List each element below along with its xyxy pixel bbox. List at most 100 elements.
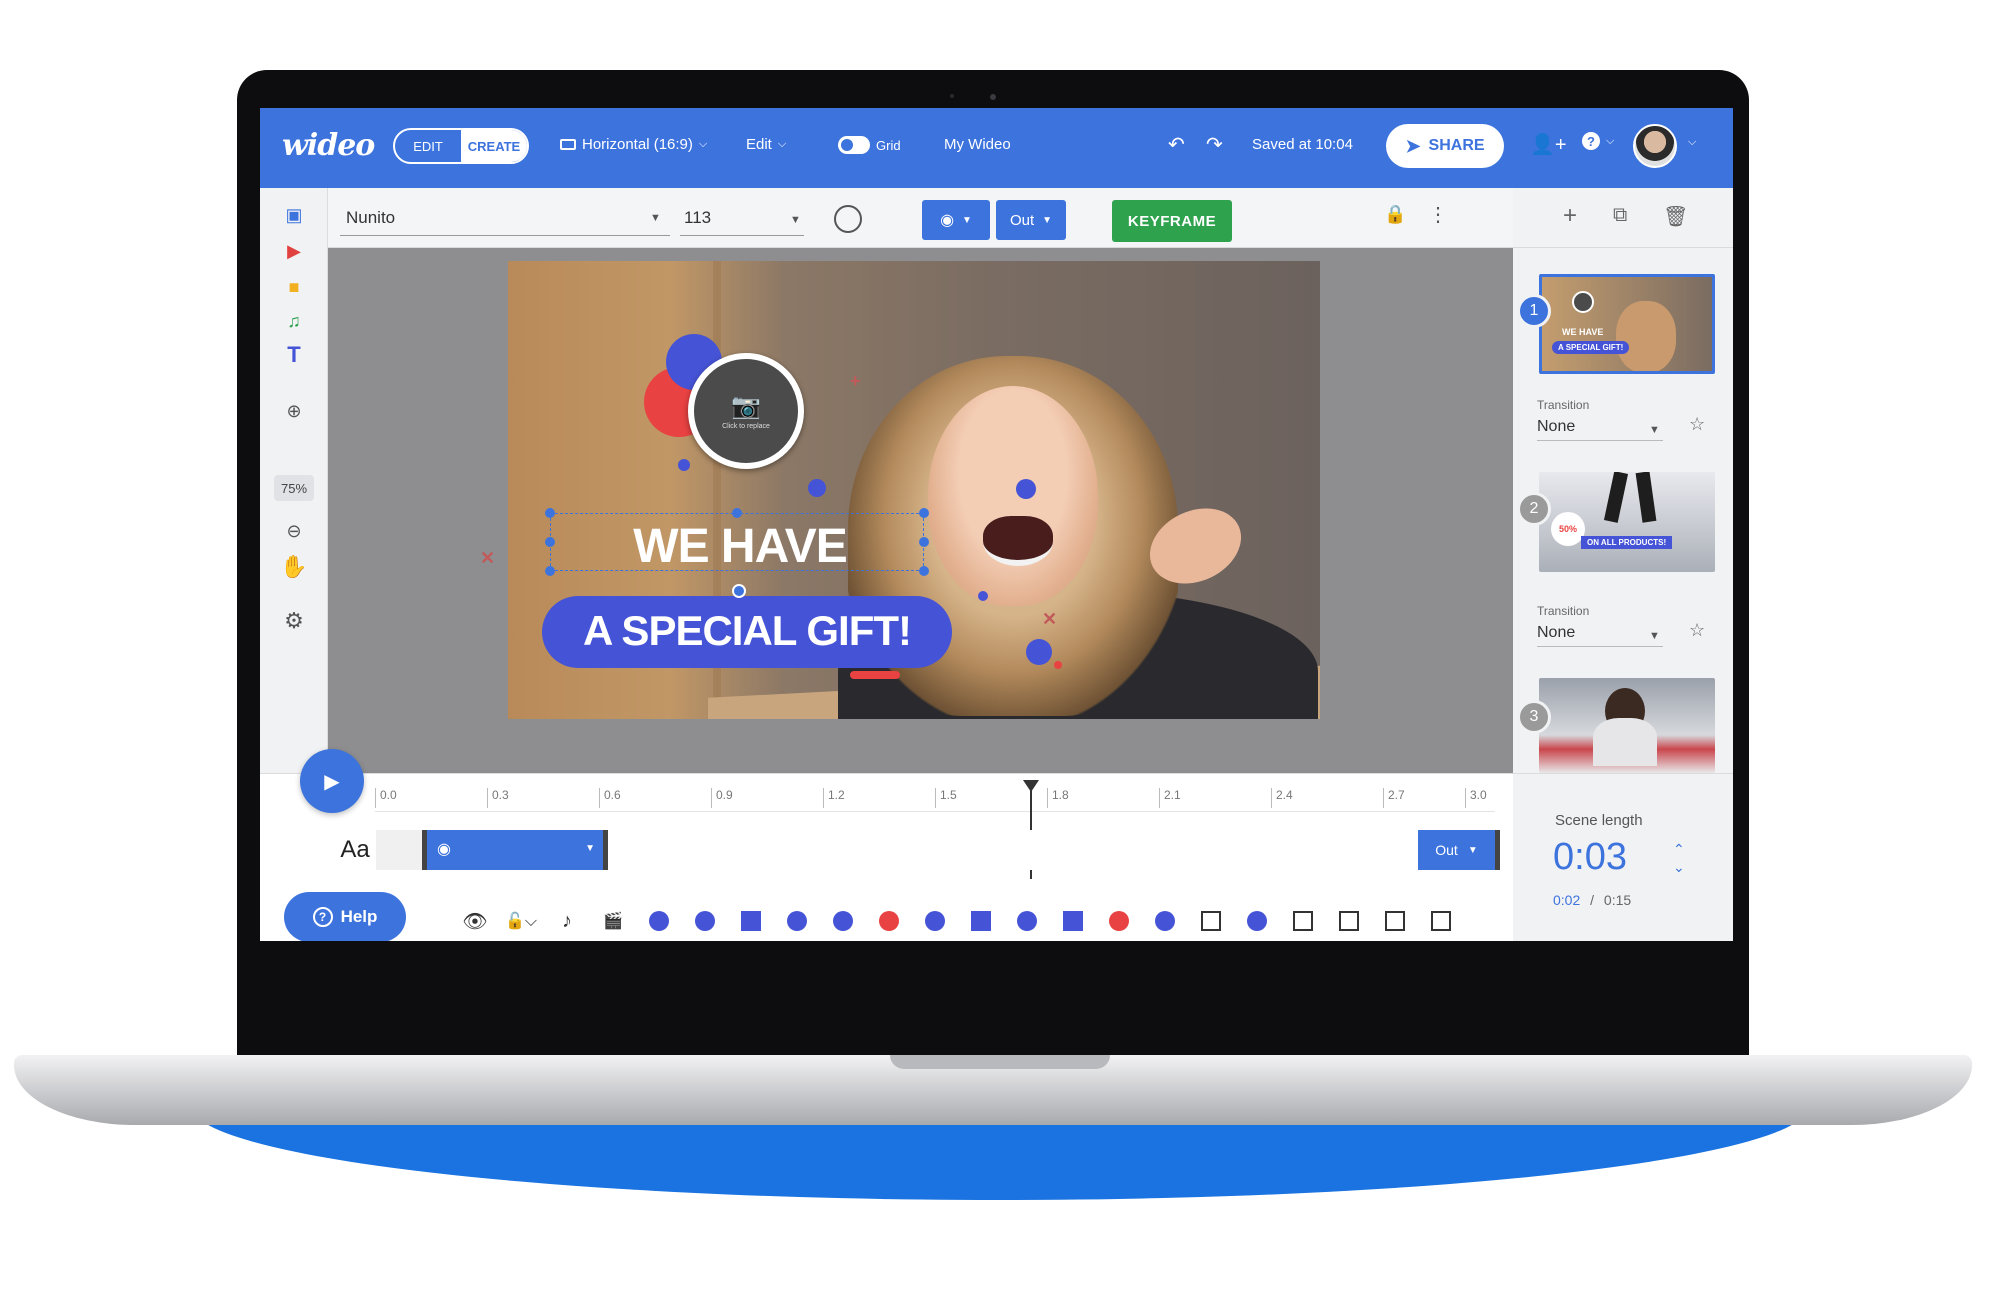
hand-icon[interactable]: ✋ [279, 552, 309, 582]
camera-icon[interactable]: ▣ [279, 200, 309, 230]
undo-icon[interactable]: ↶ [1168, 132, 1185, 157]
mode-create[interactable]: CREATE [461, 130, 527, 162]
cross-shape[interactable]: + [850, 371, 861, 392]
image-icon[interactable]: ■ [279, 272, 309, 302]
help-button[interactable]: ? Help [284, 892, 406, 941]
scene-length-stepper[interactable]: ⌃ ⌄ [1673, 840, 1685, 876]
app-logo[interactable]: wideo [282, 128, 375, 163]
text-icon[interactable]: T [279, 340, 309, 370]
layer-circle[interactable] [824, 902, 862, 940]
layer-image[interactable] [1192, 902, 1230, 940]
gear-icon[interactable]: ⚙ [279, 606, 309, 636]
resize-handle[interactable] [732, 508, 742, 518]
layer-circle[interactable] [1238, 902, 1276, 940]
photo-placeholder[interactable]: 📷 Click to replace [688, 353, 804, 469]
offcanvas-cross-shape[interactable]: ✕ [480, 548, 495, 569]
scene-thumbnail-1[interactable]: WE HAVE A SPECIAL GIFT! [1539, 274, 1715, 374]
layer-circle[interactable] [640, 902, 678, 940]
clapperboard-icon[interactable]: 🎬 [594, 902, 632, 940]
edit-menu[interactable]: Edit ⌵ [746, 136, 786, 153]
help-menu[interactable]: ? ⌵ [1582, 132, 1614, 150]
play-button[interactable]: ▶ [300, 749, 364, 813]
scene-canvas[interactable]: 📷 Click to replace + ✕ WE HAVE A SPECIAL… [508, 261, 1320, 719]
resize-handle[interactable] [919, 566, 929, 576]
cross-shape[interactable]: ✕ [1042, 609, 1057, 630]
delete-scene-icon[interactable]: 🗑 [1663, 204, 1688, 229]
scene-length-value[interactable]: 0:03 [1553, 836, 1627, 879]
caret-down-icon[interactable]: ▼ [650, 212, 661, 224]
transition-select-1[interactable]: None [1537, 418, 1663, 441]
caret-down-icon[interactable]: ▼ [790, 214, 801, 226]
small-dot-shape[interactable] [1026, 639, 1052, 665]
rotate-handle[interactable] [732, 584, 746, 598]
layer-circle-red[interactable] [870, 902, 908, 940]
star-icon[interactable]: ☆ [1689, 414, 1705, 435]
layer-square[interactable] [1054, 902, 1092, 940]
title-line-1[interactable]: WE HAVE [590, 519, 890, 574]
format-selector[interactable]: Horizontal (16:9) ⌵ [560, 136, 707, 153]
animation-out-button[interactable]: Out ▼ [996, 200, 1066, 240]
zoom-out-icon[interactable]: ⊖ [279, 516, 309, 546]
layer-square[interactable] [732, 902, 770, 940]
more-vertical-icon[interactable]: ⋮ [1428, 202, 1448, 227]
lock-icon[interactable]: 🔒 [1384, 204, 1406, 225]
music-layer-icon[interactable]: ♪ [548, 902, 586, 940]
canvas-area[interactable]: 📷 Click to replace + ✕ WE HAVE A SPECIAL… [328, 248, 1572, 773]
small-dot-shape[interactable] [1054, 661, 1062, 669]
scene-thumbnail-3[interactable] [1539, 678, 1715, 773]
avatar[interactable] [1633, 124, 1677, 168]
caret-down-icon[interactable]: ▼ [1649, 630, 1660, 642]
star-icon[interactable]: ☆ [1689, 620, 1705, 641]
timeline-ruler[interactable]: 0.0 0.3 0.6 0.9 1.2 1.5 1.8 2.1 2.4 2.7 3.0 [375, 788, 1495, 812]
small-dot-shape[interactable] [678, 459, 690, 471]
grid-toggle[interactable]: Grid [838, 136, 901, 154]
resize-handle[interactable] [545, 508, 555, 518]
grid-switch[interactable] [838, 136, 870, 154]
small-dot-shape[interactable] [1016, 479, 1036, 499]
lock-icon[interactable]: 🔓⌵ [502, 902, 540, 940]
animation-out-segment[interactable]: Out ▼ [1418, 830, 1500, 870]
layer-circle[interactable] [778, 902, 816, 940]
chevron-up-icon[interactable]: ⌃ [1673, 841, 1685, 857]
layer-image[interactable] [1330, 902, 1368, 940]
keyframe-button[interactable]: KEYFRAME [1112, 200, 1232, 242]
caret-down-icon[interactable]: ▼ [1649, 424, 1660, 436]
share-button[interactable]: ➤ SHARE [1386, 124, 1504, 168]
eye-icon[interactable]: 👁 [456, 902, 494, 940]
small-dot-shape[interactable] [978, 591, 988, 601]
scene-thumbnail-2[interactable]: 50% ON ALL PRODUCTS! [1539, 472, 1715, 572]
animation-in-segment[interactable]: ◉ ▼ [422, 830, 608, 870]
zoom-in-icon[interactable]: ⊕ [279, 396, 309, 426]
font-size-select[interactable]: 113 [680, 200, 804, 236]
layer-circle[interactable] [1008, 902, 1046, 940]
resize-handle[interactable] [919, 537, 929, 547]
mode-toggle[interactable]: EDIT CREATE [393, 128, 529, 164]
layer-circle-red[interactable] [1100, 902, 1138, 940]
chevron-down-icon[interactable]: ⌵ [1688, 136, 1696, 149]
red-bar-shape[interactable] [850, 671, 900, 679]
layer-image[interactable] [1376, 902, 1414, 940]
transition-select-2[interactable]: None [1537, 624, 1663, 647]
video-icon[interactable]: ▶ [279, 236, 309, 266]
redo-icon[interactable]: ↷ [1206, 132, 1223, 157]
layer-circle[interactable] [1146, 902, 1184, 940]
font-family-select[interactable]: Nunito [340, 200, 670, 236]
layer-image[interactable] [1284, 902, 1322, 940]
music-icon[interactable]: ♫ [279, 306, 309, 336]
layer-circle[interactable] [686, 902, 724, 940]
layer-square[interactable] [962, 902, 1000, 940]
chevron-down-icon[interactable]: ⌄ [1673, 859, 1685, 875]
layer-circle[interactable] [916, 902, 954, 940]
mode-edit[interactable]: EDIT [395, 130, 461, 162]
resize-handle[interactable] [545, 566, 555, 576]
layer-image[interactable] [1422, 902, 1460, 940]
project-name[interactable]: My Wideo [944, 136, 1011, 153]
resize-handle[interactable] [545, 537, 555, 547]
animation-in-button[interactable]: ◉ ▼ [922, 200, 990, 240]
duplicate-scene-icon[interactable]: ⧉ [1613, 204, 1627, 227]
element-duration-segment[interactable] [608, 830, 1418, 870]
title-line-2[interactable]: A SPECIAL GIFT! [542, 607, 952, 655]
add-scene-icon[interactable]: + [1563, 202, 1577, 230]
shape-circle-icon[interactable] [834, 205, 862, 233]
resize-handle[interactable] [919, 508, 929, 518]
